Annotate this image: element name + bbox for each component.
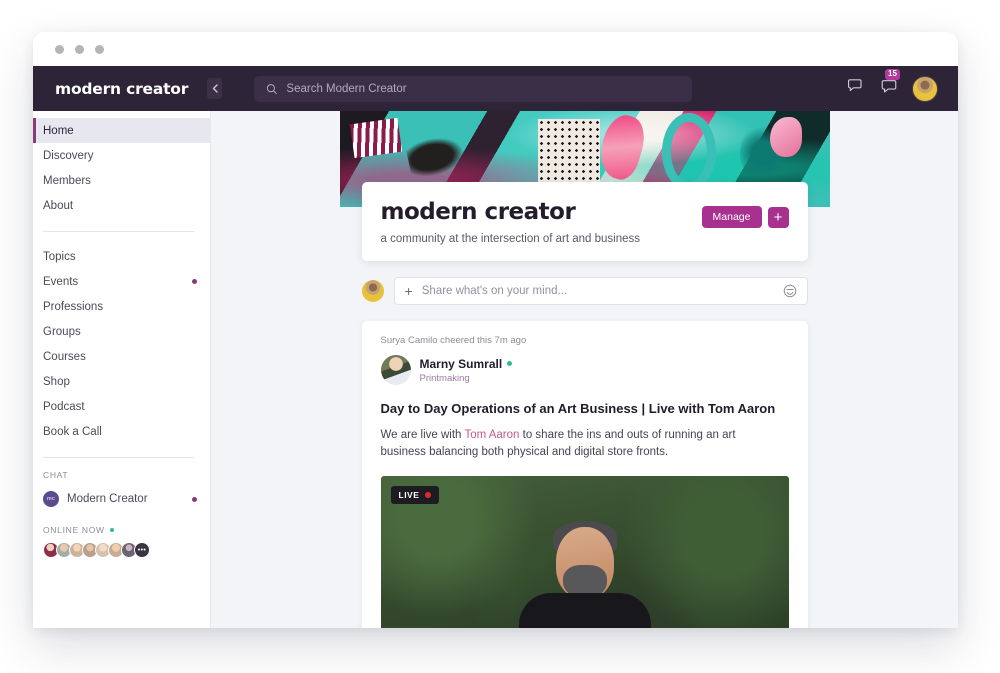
sidebar-item-professions[interactable]: Professions	[33, 294, 210, 319]
banner-pink-leaf-decoration	[769, 117, 802, 157]
messages-badge-count: 15	[885, 69, 900, 80]
video-person-body	[518, 592, 651, 628]
post-author-avatar[interactable]	[380, 355, 411, 385]
sidebar-item-members[interactable]: Members	[33, 168, 210, 193]
sidebar-item-label: Members	[43, 174, 91, 187]
sidebar-item-label: Events	[43, 275, 79, 288]
banner-stripes-decoration	[349, 117, 402, 159]
main-content: modern creator a community at the inters…	[211, 111, 958, 628]
chevron-left-icon	[212, 84, 218, 93]
author-online-dot	[507, 361, 513, 366]
post-author-meta: Marny Sumrall Printmaking	[420, 357, 513, 384]
post-body-part1: We are live with	[380, 429, 465, 441]
sidebar-item-home[interactable]: Home	[33, 118, 210, 143]
post-composer: +	[361, 277, 808, 305]
banner-pink-swirl-decoration	[593, 111, 650, 184]
live-badge-text: LIVE	[398, 489, 420, 500]
sidebar-item-label: Discovery	[43, 149, 94, 162]
brand-logo[interactable]: modern creator	[33, 80, 211, 98]
sidebar-item-podcast[interactable]: Podcast	[33, 394, 210, 419]
search-input[interactable]	[286, 82, 680, 95]
sidebar-item-topics[interactable]: Topics	[33, 244, 210, 269]
add-button[interactable]: +	[767, 206, 789, 228]
sidebar-item-label: Home	[43, 124, 74, 137]
window-close-dot[interactable]	[55, 44, 64, 54]
events-badge-dot	[192, 279, 197, 284]
online-now-label-text: ONLINE NOW	[43, 525, 105, 535]
sidebar-collapse-button[interactable]	[207, 78, 222, 99]
banner-dots-decoration	[537, 119, 600, 189]
post-author-name-wrap: Marny Sumrall	[420, 357, 513, 371]
browser-window: modern creator Search Modern Creator 15 …	[33, 32, 958, 628]
banner-teal-ring-decoration	[661, 113, 716, 191]
chat-section-label-text: CHAT	[43, 470, 69, 480]
nav-right-actions: 15	[847, 69, 958, 102]
sidebar-item-book-a-call[interactable]: Book a Call	[33, 419, 210, 444]
banner-ink-decoration	[403, 129, 472, 183]
app-shell: modern creator Search Modern Creator 15 …	[33, 66, 958, 628]
sidebar-item-about[interactable]: About	[33, 193, 210, 218]
post-title[interactable]: Day to Day Operations of an Art Business…	[381, 401, 789, 416]
sidebar-item-label: About	[43, 199, 74, 212]
chat-avatar-icon: mc	[43, 491, 59, 507]
sidebar-divider-2	[43, 457, 194, 458]
top-navigation-bar: modern creator Search Modern Creator 15	[33, 66, 958, 111]
sidebar-item-label: Professions	[43, 300, 104, 313]
community-header-card: modern creator a community at the inters…	[361, 182, 808, 261]
post-body-mention[interactable]: Tom Aaron	[464, 429, 519, 441]
community-text-block: modern creator a community at the inters…	[381, 199, 702, 245]
live-indicator-dot	[425, 491, 432, 498]
post-author-role[interactable]: Printmaking	[420, 373, 513, 384]
sidebar-chat-item-modern-creator[interactable]: mc Modern Creator	[33, 487, 210, 511]
window-maximize-dot[interactable]	[95, 44, 104, 54]
sidebar-item-label: Podcast	[43, 400, 85, 413]
video-person-figure	[480, 520, 690, 628]
search-bar[interactable]	[254, 75, 692, 102]
community-subtitle: a community at the intersection of art a…	[380, 233, 641, 245]
chat-item-label: Modern Creator	[67, 493, 148, 505]
online-avatars-more-button[interactable]: •••	[134, 542, 150, 558]
composer-box[interactable]: +	[393, 277, 808, 305]
composer-input[interactable]	[421, 285, 774, 297]
online-now-label: ONLINE NOW	[33, 525, 210, 535]
post-author-row: Marny Sumrall Printmaking	[380, 355, 789, 385]
messages-bubble-icon[interactable]: 15	[880, 69, 900, 99]
chat-section-label: CHAT	[33, 470, 210, 480]
sidebar-item-label: Groups	[43, 325, 81, 338]
composer-avatar	[361, 280, 384, 302]
manage-button[interactable]: Manage	[701, 206, 762, 228]
post-body: We are live with Tom Aaron to share the …	[381, 427, 746, 462]
sidebar-item-groups[interactable]: Groups	[33, 319, 210, 344]
online-now-avatars: •••	[33, 542, 210, 558]
sidebar-item-events[interactable]: Events	[33, 269, 210, 294]
feed-column: modern creator a community at the inters…	[339, 111, 830, 628]
chat-badge-dot	[192, 496, 197, 502]
live-badge: LIVE	[390, 485, 440, 504]
online-status-dot	[109, 527, 115, 533]
page-title: modern creator	[380, 199, 576, 225]
sidebar-item-discovery[interactable]: Discovery	[33, 143, 210, 168]
window-minimize-dot[interactable]	[75, 44, 84, 54]
sidebar-item-label: Book a Call	[43, 425, 102, 438]
sidebar-item-label: Courses	[43, 350, 86, 363]
sidebar-item-label: Shop	[43, 375, 70, 388]
sidebar: Home Discovery Members About Topics Even…	[33, 111, 211, 628]
emoji-smiley-icon[interactable]	[783, 284, 797, 298]
plus-icon[interactable]: +	[405, 284, 413, 298]
post-author-name[interactable]: Marny Sumrall	[420, 357, 503, 371]
post-video-player[interactable]: LIVE	[380, 475, 789, 628]
body-split: Home Discovery Members About Topics Even…	[33, 111, 958, 628]
chat-bubble-icon[interactable]	[847, 78, 866, 99]
sidebar-item-shop[interactable]: Shop	[33, 369, 210, 394]
sidebar-divider	[43, 231, 194, 232]
search-icon	[266, 83, 277, 94]
post-card: Surya Camilo cheered this 7m ago Marny S…	[361, 321, 808, 628]
window-titlebar	[33, 32, 958, 66]
community-actions: Manage +	[701, 206, 789, 228]
post-cheered-line: Surya Camilo cheered this 7m ago	[380, 335, 527, 346]
sidebar-item-label: Topics	[43, 250, 76, 263]
sidebar-item-courses[interactable]: Courses	[33, 344, 210, 369]
avatar[interactable]	[912, 75, 938, 102]
